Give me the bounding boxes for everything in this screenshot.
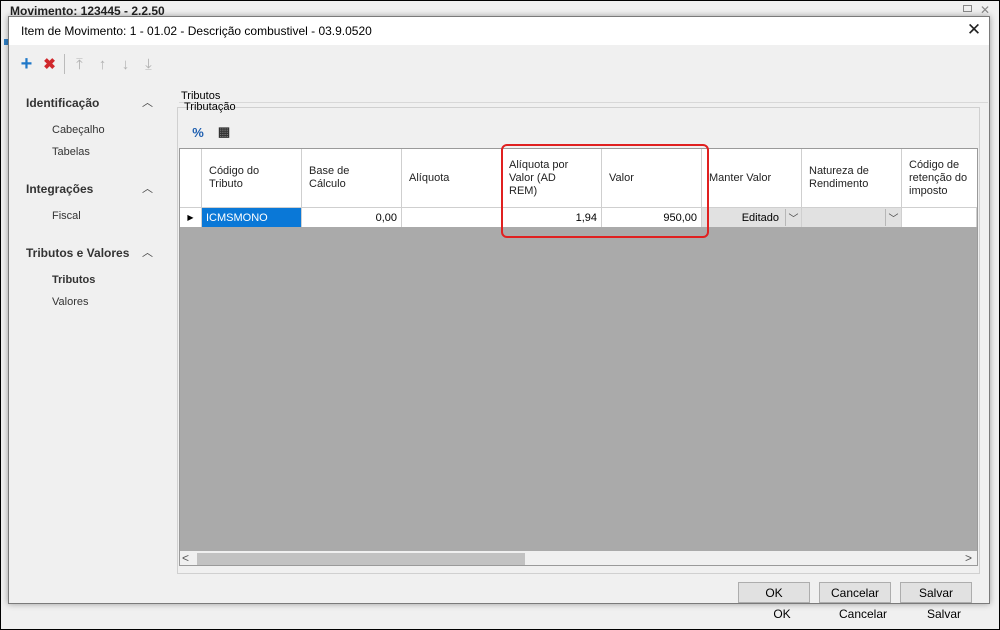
row-indicator-icon: ▶: [180, 208, 202, 227]
scrollbar-thumb[interactable]: [197, 553, 525, 565]
highlight-annotation: [501, 144, 709, 238]
nav-group-tributos-valores[interactable]: Tributos e Valores ︿: [9, 241, 169, 263]
nav-group-label: Integrações: [26, 182, 94, 196]
background-cancel-button[interactable]: Cancelar: [827, 604, 899, 624]
dialog-titlebar: Item de Movimento: 1 - 01.02 - Descrição…: [9, 17, 989, 45]
background-footer: OK Cancelar Salvar: [746, 604, 980, 624]
nav-group-identificacao[interactable]: Identificação ︿: [9, 91, 169, 113]
nav-item-fiscal[interactable]: Fiscal: [52, 210, 81, 222]
grid-header-indicator: [180, 149, 202, 208]
cell-base-calculo[interactable]: 0,00: [302, 208, 402, 227]
move-up-icon[interactable]: ↑: [91, 54, 114, 74]
move-first-icon[interactable]: ⤒: [68, 54, 91, 74]
column-header-codigo-tributo[interactable]: Código do Tributo: [202, 149, 302, 208]
nav-item-valores[interactable]: Valores: [52, 296, 88, 308]
chevron-down-icon[interactable]: ﹀: [885, 209, 901, 226]
background-minimize-icon[interactable]: [963, 5, 972, 12]
dialog-title: Item de Movimento: 1 - 01.02 - Descrição…: [21, 24, 372, 38]
divider: [179, 102, 988, 103]
dialog-footer: OK Cancelar Salvar: [738, 582, 972, 603]
item-movimento-dialog: Item de Movimento: 1 - 01.02 - Descrição…: [8, 16, 990, 604]
close-icon[interactable]: ✕: [964, 20, 984, 40]
manter-valor-value: Editado: [741, 211, 779, 224]
horizontal-scrollbar[interactable]: < >: [180, 551, 977, 565]
ok-button[interactable]: OK: [738, 582, 810, 603]
cancel-button[interactable]: Cancelar: [819, 582, 891, 603]
scroll-right-icon[interactable]: >: [965, 551, 972, 565]
nav-item-tributos[interactable]: Tributos: [52, 274, 95, 286]
column-header-codigo-retencao[interactable]: Código de retenção do imposto: [902, 149, 977, 208]
nav-group-label: Tributos e Valores: [26, 246, 130, 260]
calculator-icon[interactable]: ▦: [215, 123, 233, 141]
manter-valor-select[interactable]: Editado ﹀: [702, 208, 802, 227]
chevron-up-icon[interactable]: ︿: [142, 244, 153, 260]
move-last-icon[interactable]: ⤓: [137, 54, 160, 74]
column-header-base-calculo[interactable]: Base de Cálculo: [302, 149, 402, 208]
cell-aliquota[interactable]: [402, 208, 502, 227]
percent-icon[interactable]: %: [189, 123, 207, 141]
toolbar-separator: [64, 54, 65, 74]
nav-group-integracoes[interactable]: Integrações ︿: [9, 177, 169, 199]
group-title: Tributação: [184, 101, 236, 113]
nav-item-cabecalho[interactable]: Cabeçalho: [52, 124, 105, 136]
scroll-left-icon[interactable]: <: [182, 551, 189, 565]
background-save-button[interactable]: Salvar: [908, 604, 980, 624]
chevron-up-icon[interactable]: ︿: [142, 94, 153, 110]
nav-item-tabelas[interactable]: Tabelas: [52, 146, 90, 158]
nav-group-label: Identificação: [26, 96, 100, 110]
cell-codigo-tributo[interactable]: ICMSMONO: [202, 208, 302, 227]
delete-icon[interactable]: ✖: [38, 54, 61, 74]
grid-toolbar: % ▦: [189, 123, 233, 141]
move-down-icon[interactable]: ↓: [114, 54, 137, 74]
background-ok-button[interactable]: OK: [746, 604, 818, 624]
cell-codigo-retencao[interactable]: [902, 208, 977, 227]
add-icon[interactable]: +: [15, 53, 38, 75]
column-header-aliquota[interactable]: Alíquota: [402, 149, 502, 208]
chevron-down-icon[interactable]: ﹀: [785, 209, 801, 226]
column-header-natureza-rendimento[interactable]: Natureza de Rendimento: [802, 149, 902, 208]
column-header-manter-valor[interactable]: Manter Valor: [702, 149, 802, 208]
chevron-up-icon[interactable]: ︿: [142, 180, 153, 196]
toolbar: + ✖ ⤒ ↑ ↓ ⤓: [15, 53, 160, 75]
save-button[interactable]: Salvar: [900, 582, 972, 603]
background-close-icon[interactable]: ✕: [980, 3, 990, 17]
natureza-rendimento-select[interactable]: ﹀: [802, 208, 902, 227]
